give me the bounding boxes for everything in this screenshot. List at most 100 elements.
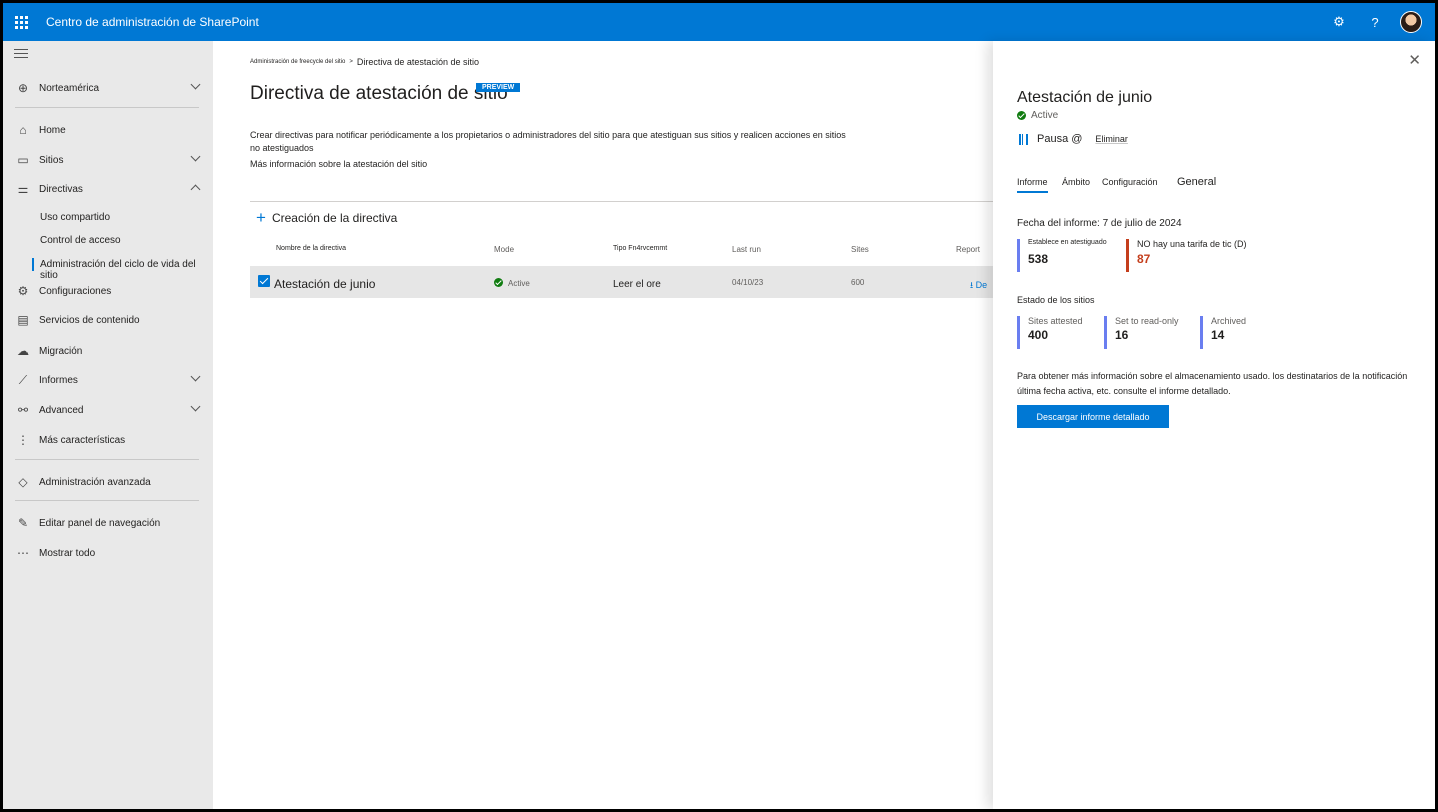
stat-no-rate: NO hay una tarifa de tic (D) 87 <box>1126 239 1247 272</box>
column-header-report[interactable]: Report <box>956 245 980 254</box>
policy-name[interactable]: Atestación de junio <box>274 277 375 291</box>
download-report-button[interactable]: Descargar informe detallado <box>1017 405 1169 428</box>
column-header-tipo[interactable]: Tipo Fn4rvcemmt <box>613 245 667 252</box>
stat-label: Sites attested <box>1028 316 1083 326</box>
check-circle-icon <box>494 278 503 287</box>
row-checkbox[interactable] <box>258 275 270 287</box>
nav-item-label: Advanced <box>39 404 84 416</box>
nav-item-administracion-avanzada[interactable]: ◇ Administración avanzada <box>3 470 213 494</box>
report-date: Fecha del informe: 7 de julio de 2024 <box>1017 218 1182 229</box>
panel-status: Active <box>1017 110 1058 121</box>
tab-informe[interactable]: Informe <box>1017 177 1048 193</box>
panel-title: Atestación de junio <box>1017 89 1153 106</box>
reports-icon: ⟋ <box>18 372 28 387</box>
nav-item-informes[interactable]: ⟋ Informes <box>3 368 213 392</box>
nav-item-configuraciones[interactable]: ⚙ Configuraciones <box>3 279 213 303</box>
panel-actions: Pausa @ Eliminar <box>1019 133 1128 145</box>
settings-button[interactable]: ⚙ <box>1321 3 1357 41</box>
stat-value: 538 <box>1028 252 1049 266</box>
pause-button[interactable]: Pausa @ <box>1037 133 1082 145</box>
stat-label: Set to read-only <box>1115 316 1179 326</box>
chevron-down-icon <box>190 151 201 162</box>
breadcrumb-separator: > <box>349 59 353 65</box>
gear-icon: ⚙ <box>1333 14 1345 29</box>
column-header-mode[interactable]: Mode <box>494 245 514 254</box>
policy-tipo: Leer el ore <box>613 279 661 290</box>
region-selector[interactable]: ⊕ Norteamérica <box>3 76 213 100</box>
nav-sub-uso-compartido[interactable]: Uso compartido <box>40 212 110 223</box>
panel-status-label: Active <box>1031 110 1059 121</box>
chevron-down-icon <box>190 401 201 412</box>
close-icon[interactable]: ✕ <box>1408 53 1421 68</box>
delete-button[interactable]: Eliminar <box>1095 134 1128 144</box>
advanced-icon: ⚯ <box>17 403 29 417</box>
breadcrumb-parent[interactable]: Administración de freecycle del sitio <box>250 59 345 65</box>
create-policy-button[interactable]: + Creación de la directiva <box>256 209 397 226</box>
nav-item-label: Administración avanzada <box>39 476 151 488</box>
cloud-icon: ☁ <box>17 344 29 358</box>
nav-item-label: Servicios de contenido <box>39 314 140 326</box>
app-launcher-button[interactable] <box>3 3 39 41</box>
hamburger-icon[interactable] <box>14 49 28 61</box>
stat-label: Archived <box>1211 316 1247 326</box>
pause-icon <box>1019 133 1028 145</box>
stat-label: NO hay una tarifa de tic (D) <box>1137 239 1247 249</box>
policies-icon: ⚌ <box>17 182 29 196</box>
tab-configuracion[interactable]: Configuración <box>1102 177 1158 187</box>
page-title: Directiva de atestación de sitio <box>250 83 508 104</box>
nav-item-editar-navegacion[interactable]: ✎ Editar panel de navegación <box>3 511 213 535</box>
column-header-sites[interactable]: Sites <box>851 245 869 254</box>
nav-item-sitios[interactable]: ▭ Sitios <box>3 148 213 172</box>
table-row[interactable]: Atestación de junio Active Leer el ore 0… <box>250 266 993 298</box>
nav-item-servicios[interactable]: ▤ Servicios de contenido <box>3 308 213 332</box>
nav-sub-control-acceso[interactable]: Control de acceso <box>40 235 121 246</box>
more-vertical-icon: ⋮ <box>17 433 29 447</box>
diamond-icon: ◇ <box>18 475 28 489</box>
report-label: De <box>975 280 988 290</box>
help-button[interactable]: ? <box>1357 3 1393 41</box>
stat-value: 16 <box>1115 328 1129 342</box>
nav-sub-ciclo-vida[interactable]: Administración del ciclo de vida del sit… <box>32 258 213 281</box>
nav-item-label: Mostrar todo <box>39 547 96 559</box>
nav-item-migracion[interactable]: ☁ Migración <box>3 339 213 363</box>
learn-more-link[interactable]: Más información sobre la atestación del … <box>250 159 427 169</box>
policy-mode: Active <box>494 278 530 288</box>
details-panel: ✕ Atestación de junio Active Pausa @ Eli… <box>993 41 1435 809</box>
nav-item-label: Editar panel de navegación <box>39 517 161 529</box>
policy-report-link[interactable]: ⭳ De <box>970 278 987 294</box>
tab-ambito[interactable]: Ámbito <box>1062 177 1090 187</box>
column-header-last-run[interactable]: Last run <box>732 245 761 254</box>
stat-value: 400 <box>1028 328 1049 342</box>
nav-item-label: Más características <box>39 434 126 446</box>
left-navigation: ⊕ Norteamérica ⌂ Home ▭ Sitios ⚌ Directi… <box>3 41 213 809</box>
stat-value: 87 <box>1137 252 1151 266</box>
stat-attested: Establece en atestiguado 538 <box>1017 239 1107 272</box>
help-icon: ? <box>1371 14 1379 30</box>
nav-item-label: Directivas <box>39 183 83 195</box>
region-label: Norteamérica <box>39 82 100 94</box>
account-button[interactable] <box>1393 3 1429 41</box>
column-header-name[interactable]: Nombre de la directiva <box>276 245 346 252</box>
chevron-down-icon <box>190 79 201 90</box>
app-title: Centro de administración de SharePoint <box>46 15 259 29</box>
stat-archived: Archived 14 <box>1200 316 1246 349</box>
content-services-icon: ▤ <box>17 313 29 327</box>
preview-badge: PREVIEW <box>476 83 521 92</box>
nav-item-mas-caracteristicas[interactable]: ⋮ Más características <box>3 428 213 452</box>
nav-item-label: Home <box>39 124 66 136</box>
nav-item-advanced[interactable]: ⚯ Advanced <box>3 398 213 422</box>
nav-item-home[interactable]: ⌂ Home <box>3 118 213 142</box>
nav-item-label: Migración <box>39 345 83 357</box>
nav-item-label: Sitios <box>39 154 64 166</box>
nav-item-directivas[interactable]: ⚌ Directivas <box>3 177 213 201</box>
policy-sites: 600 <box>851 278 865 287</box>
nav-item-mostrar-todo[interactable]: ⋯ Mostrar todo <box>3 541 213 565</box>
stat-sites-attested: Sites attested 400 <box>1017 316 1083 349</box>
pencil-icon: ✎ <box>17 516 29 530</box>
main-content: Administración de freecycle del sitio > … <box>213 41 993 809</box>
tab-general[interactable]: General <box>1177 176 1216 188</box>
site-status-title: Estado de los sitios <box>1017 295 1095 305</box>
stat-read-only: Set to read-only 16 <box>1104 316 1179 349</box>
report-info-text: Para obtener más información sobre el al… <box>1017 371 1408 396</box>
check-circle-icon <box>1017 111 1026 120</box>
